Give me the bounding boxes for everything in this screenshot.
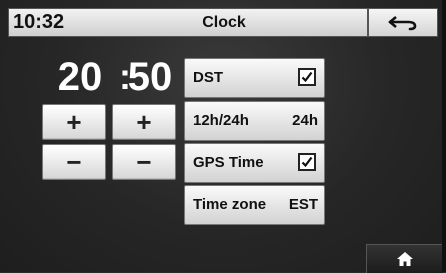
hour-decrease-button[interactable]: −	[42, 144, 106, 180]
hour-increase-button[interactable]: +	[42, 104, 106, 140]
home-button[interactable]	[366, 244, 443, 273]
time-zone-row[interactable]: Time zone EST	[184, 185, 325, 225]
clock-screen: 10:32 Clock 20 : 50 + + − − DST 12h/24h …	[0, 0, 446, 273]
clock-hours: 20	[57, 55, 103, 99]
header-bar: 10:32 Clock	[8, 8, 438, 37]
checkmark-icon	[301, 71, 313, 83]
back-button[interactable]	[367, 9, 437, 36]
back-arrow-icon	[388, 15, 417, 30]
time-zone-label: Time zone	[193, 196, 267, 213]
minus-label: −	[136, 147, 152, 177]
time-format-value: 24h	[292, 112, 318, 129]
gps-time-label: GPS Time	[193, 154, 264, 171]
checkmark-icon	[301, 156, 313, 168]
page-title: Clock	[202, 14, 246, 31]
time-format-row[interactable]: 12h/24h 24h	[184, 101, 325, 141]
plus-label: +	[66, 107, 82, 137]
dst-label: DST	[193, 69, 223, 86]
screen-edge	[442, 0, 446, 272]
minute-increase-button[interactable]: +	[112, 104, 176, 140]
minus-label: −	[66, 147, 82, 177]
gps-time-checkbox[interactable]	[298, 153, 316, 171]
dst-row[interactable]: DST	[184, 58, 325, 98]
dst-checkbox[interactable]	[298, 68, 316, 86]
time-zone-value: EST	[288, 196, 318, 213]
minute-decrease-button[interactable]: −	[112, 144, 176, 180]
clock-minutes: 50	[127, 55, 173, 99]
status-time: 10:32	[13, 11, 65, 33]
time-format-label: 12h/24h	[193, 112, 249, 129]
plus-label: +	[136, 107, 152, 137]
gps-time-row[interactable]: GPS Time	[184, 143, 325, 183]
home-icon	[397, 252, 413, 266]
